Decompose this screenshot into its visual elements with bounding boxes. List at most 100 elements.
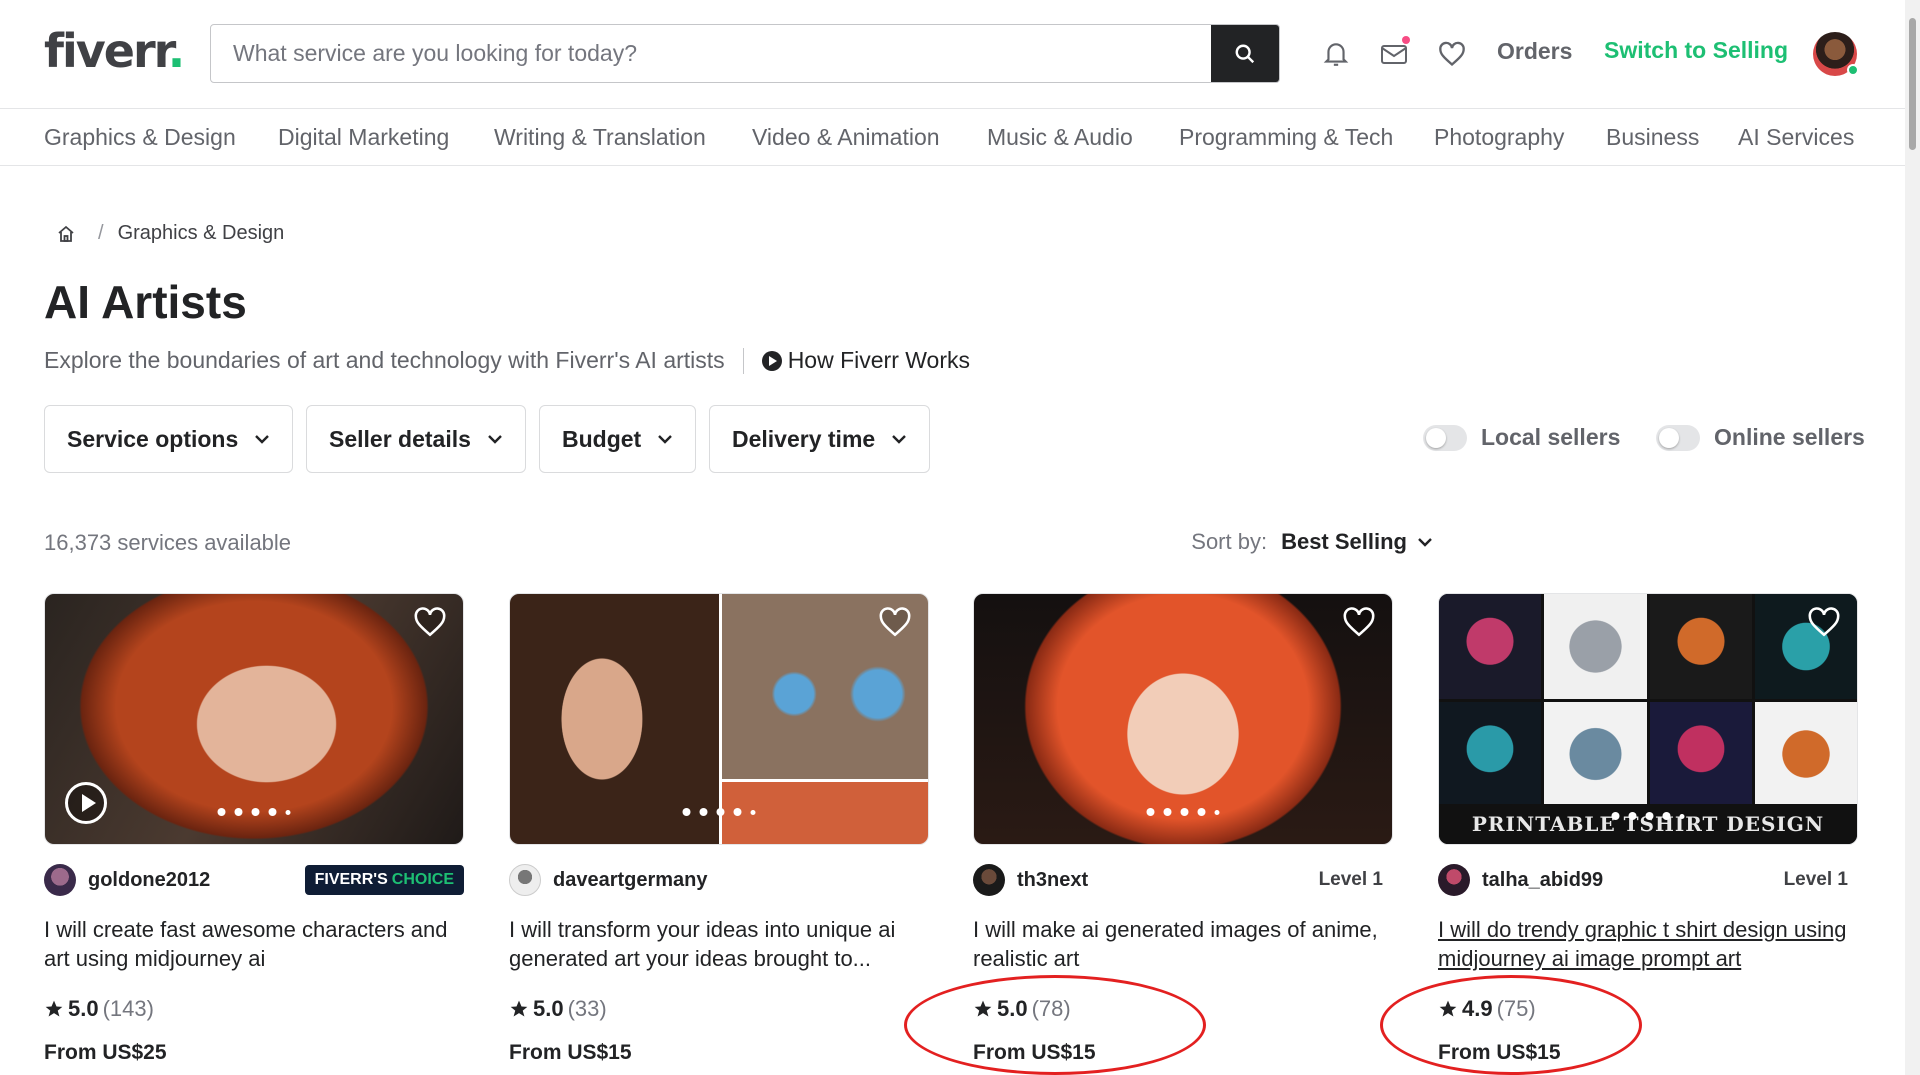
rating-value: 5.0 [68,996,99,1021]
gig-card[interactable]: daveartgermany I will transform your ide… [509,593,929,1064]
scrollbar-thumb[interactable] [1909,18,1916,150]
gig-title[interactable]: I will make ai generated images of anime… [973,915,1393,973]
seller-avatar[interactable] [973,864,1005,896]
favorite-heart-icon[interactable] [1807,606,1841,638]
page-subtitle: Explore the boundaries of art and techno… [44,347,725,373]
seller-avatar[interactable] [509,864,541,896]
category-video-animation[interactable]: Video & Animation [752,124,940,151]
gig-title[interactable]: I will transform your ideas into unique … [509,915,929,973]
gig-title[interactable]: I will do trendy graphic t shirt design … [1438,915,1858,973]
seller-info: th3next Level 1 [973,863,1393,897]
page-title: AI Artists [44,276,247,328]
fiverr-logo[interactable]: fiverr. [44,24,185,78]
category-photography[interactable]: Photography [1434,124,1564,151]
seller-name[interactable]: daveartgermany [553,869,708,892]
chevron-down-icon [658,435,673,444]
gig-card[interactable]: th3next Level 1 I will make ai generated… [973,593,1393,1064]
gig-thumbnail[interactable] [44,593,464,845]
category-programming-tech[interactable]: Programming & Tech [1179,124,1393,151]
favorites-button[interactable] [1436,38,1468,70]
category-business[interactable]: Business [1606,124,1699,151]
seller-level: Level 1 [1783,869,1848,890]
favorite-heart-icon[interactable] [413,606,447,638]
star-icon [1439,1000,1457,1017]
seller-avatar[interactable] [1438,864,1470,896]
page-scrollbar[interactable] [1905,0,1920,1075]
switch-to-selling-link[interactable]: Switch to Selling [1604,37,1788,64]
filter-delivery-time[interactable]: Delivery time [709,405,931,473]
category-writing-translation[interactable]: Writing & Translation [494,124,706,151]
chevron-down-icon [255,435,270,444]
sort-dropdown[interactable]: Sort by: Best Selling [1191,529,1433,555]
gig-thumbnail[interactable] [509,593,929,845]
rating-value: 5.0 [533,996,564,1021]
seller-info: daveartgermany [509,863,929,897]
heart-icon [1439,41,1465,67]
gig-card[interactable]: PRINTABLE TSHIRT DESIGN talha_abid99 Lev… [1438,593,1858,1064]
local-sellers-toggle[interactable] [1423,424,1467,451]
filter-seller-details[interactable]: Seller details [306,405,526,473]
online-indicator [1847,64,1859,76]
home-icon[interactable] [56,224,76,244]
carousel-dots [1611,812,1685,820]
online-sellers-label: Online sellers [1714,424,1865,450]
seller-name[interactable]: talha_abid99 [1482,869,1603,892]
messages-button[interactable] [1378,36,1410,70]
search-input[interactable] [211,25,1213,82]
breadcrumb-graphics-design[interactable]: Graphics & Design [118,222,285,245]
how-fiverr-works-label: How Fiverr Works [787,347,970,373]
collage-divider [719,594,722,844]
user-avatar[interactable] [1813,32,1859,76]
gig-rating: 4.9 (75) [1438,996,1536,1022]
gig-card[interactable]: goldone2012 FIVERR'S CHOICE I will create… [44,593,464,1064]
online-sellers-toggle[interactable] [1656,424,1700,451]
favorite-heart-icon[interactable] [1342,606,1376,638]
unread-dot [1402,36,1410,44]
category-music-audio[interactable]: Music & Audio [987,124,1133,151]
review-count: (33) [567,996,607,1021]
breadcrumb-separator: / [98,222,104,244]
gig-title[interactable]: I will create fast awesome characters an… [44,915,464,973]
page-subtitle-row: Explore the boundaries of art and techno… [44,347,970,374]
filter-label: Service options [67,425,239,452]
category-graphics-design[interactable]: Graphics & Design [44,124,236,151]
play-video-button[interactable] [65,782,107,824]
seller-avatar[interactable] [44,864,76,896]
search-button[interactable] [1211,25,1279,82]
category-ai-services[interactable]: AI Services [1738,124,1854,151]
play-circle-icon [761,350,782,371]
gig-rating: 5.0 (33) [509,996,607,1022]
thumbnail-collage [1439,594,1857,806]
seller-name[interactable]: goldone2012 [88,869,210,892]
gig-thumbnail[interactable] [973,593,1393,845]
star-icon [510,1000,528,1017]
bell-icon [1323,43,1349,66]
filter-label: Seller details [329,425,471,452]
filter-service-options[interactable]: Service options [44,405,294,473]
orders-link[interactable]: Orders [1497,38,1572,65]
favorite-heart-icon[interactable] [878,606,912,638]
sort-label: Sort by: [1191,529,1268,554]
services-count: 16,373 services available [44,530,292,555]
carousel-dots [217,808,291,816]
seller-name[interactable]: th3next [1017,869,1088,892]
seller-info: talha_abid99 Level 1 [1438,863,1858,897]
filter-label: Budget [562,425,642,452]
category-digital-marketing[interactable]: Digital Marketing [278,124,449,151]
gig-price: From US$15 [973,1041,1096,1064]
carousel-dots [682,808,756,816]
search-bar [210,24,1280,83]
gig-rating: 5.0 (143) [44,996,154,1022]
search-icon [1235,44,1255,63]
gig-thumbnail[interactable]: PRINTABLE TSHIRT DESIGN [1438,593,1858,845]
how-fiverr-works-link[interactable]: How Fiverr Works [761,347,970,374]
rating-value: 5.0 [997,996,1028,1021]
star-icon [974,1000,992,1017]
seller-level: Level 1 [1318,869,1383,890]
fiverrs-choice-badge: FIVERR'S CHOICE [304,865,464,895]
filter-budget[interactable]: Budget [539,405,697,473]
seller-info: goldone2012 FIVERR'S CHOICE [44,863,464,897]
notifications-button[interactable] [1320,38,1352,70]
review-count: (75) [1496,996,1536,1021]
chevron-down-icon [1418,538,1432,547]
